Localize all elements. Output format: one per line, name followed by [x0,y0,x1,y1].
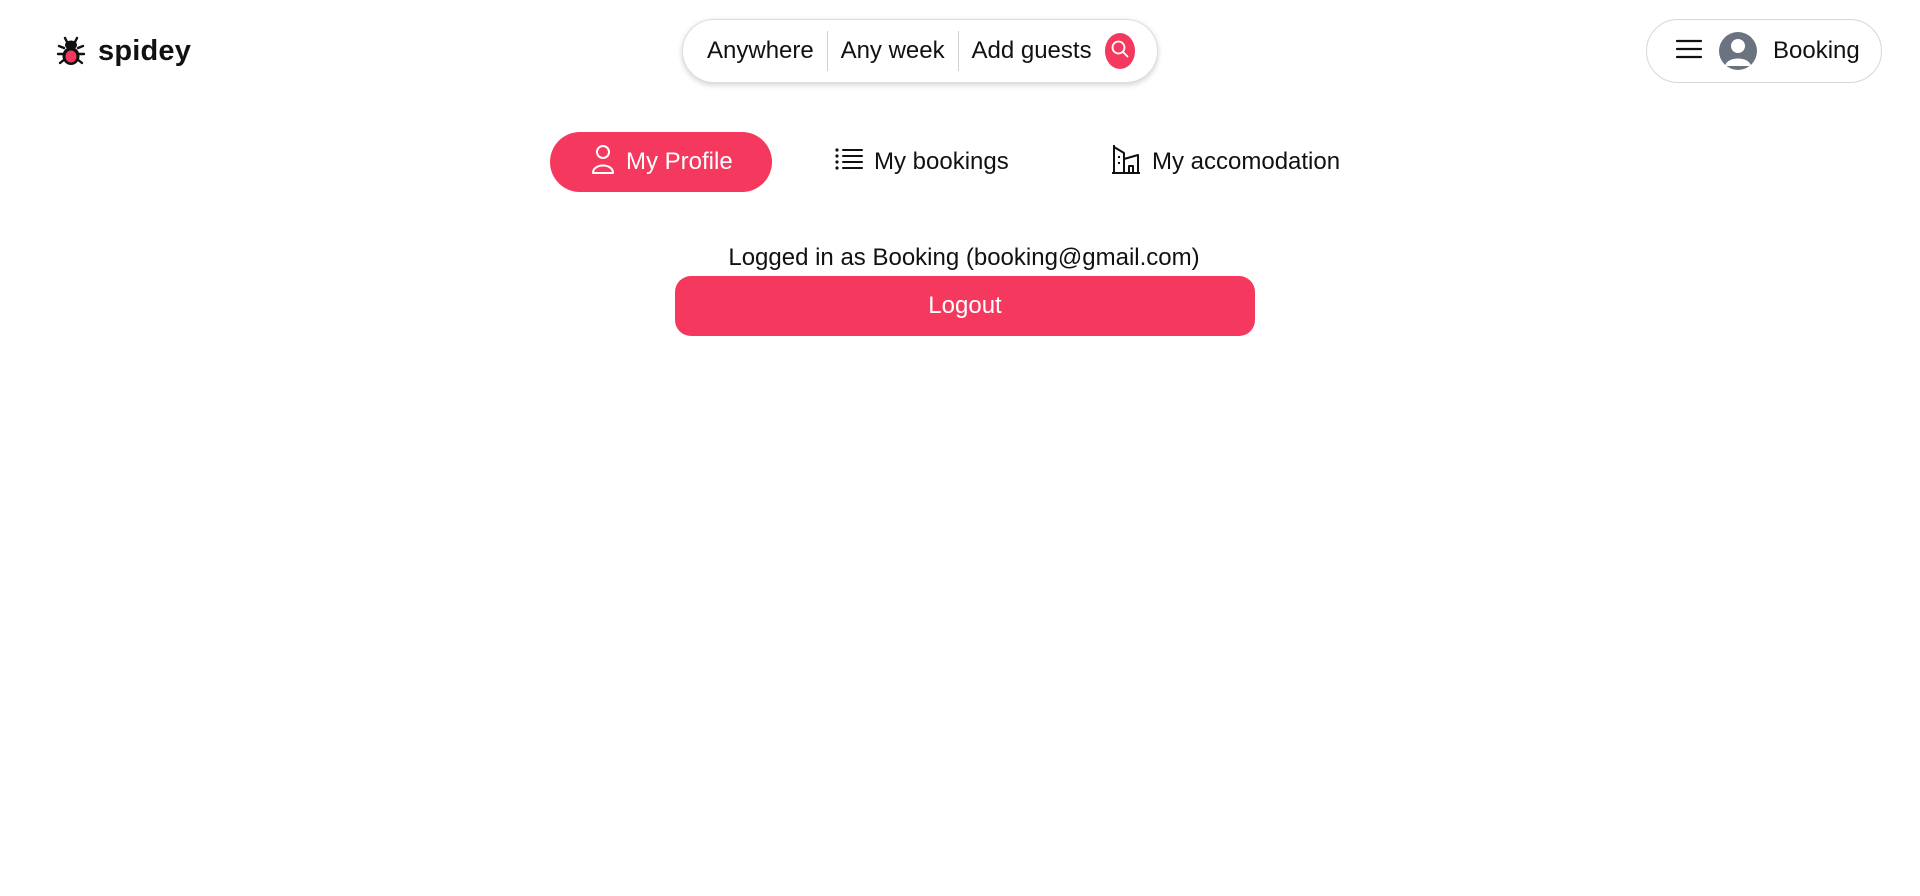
account-tabs: My Profile My bookings My accomodation [0,132,1920,192]
brand-logo[interactable]: spidey [56,31,191,71]
tab-my-profile[interactable]: My Profile [550,132,772,192]
search-divider [826,31,828,71]
user-menu-button[interactable]: Booking [1646,19,1882,83]
list-icon [834,147,864,178]
hamburger-menu-icon [1675,38,1703,65]
top-header: spidey Anywhere Any week Add guests Book… [0,0,1920,100]
user-name: Booking [1773,37,1860,64]
user-icon [590,143,616,182]
logged-in-status: Logged in as Booking (booking@gmail.com) [728,244,1200,271]
logout-button[interactable]: Logout [675,276,1255,336]
search-guests[interactable]: Add guests [971,37,1091,65]
search-when[interactable]: Any week [841,37,945,65]
tab-label: My Profile [626,148,733,175]
search-divider [957,31,959,71]
brand-name: spidey [98,34,192,67]
tab-my-bookings[interactable]: My bookings [834,132,1009,192]
spider-icon [56,34,86,68]
search-icon [1110,39,1130,64]
search-where[interactable]: Anywhere [707,37,814,65]
tab-label: My accomodation [1152,148,1341,175]
search-button[interactable] [1104,33,1135,69]
tab-my-accomodation[interactable]: My accomodation [1110,132,1340,192]
building-icon [1110,143,1142,182]
tab-label: My bookings [874,148,1009,175]
search-bar[interactable]: Anywhere Any week Add guests [682,19,1158,83]
user-avatar-icon [1719,32,1757,70]
